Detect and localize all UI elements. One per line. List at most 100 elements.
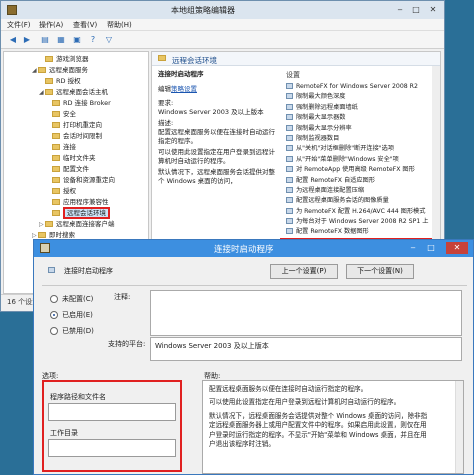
policy-setting-icon xyxy=(286,166,293,173)
setting-row[interactable]: 限制监视器数目 xyxy=(280,134,432,144)
folder-icon xyxy=(158,55,166,61)
setting-row[interactable]: 从"开始"菜单删除"Windows 安全"项 xyxy=(280,155,432,165)
menu-help[interactable]: 帮助(H) xyxy=(107,20,132,30)
menu-view[interactable]: 查看(V) xyxy=(73,20,97,30)
tree-item[interactable]: 打印机重定向 xyxy=(4,120,148,131)
setting-row[interactable]: 为每台对于 Windows Server 2008 R2 SP1 上 xyxy=(280,217,432,227)
content-header-title: 远程会话环境 xyxy=(172,56,217,65)
radio-disabled-label[interactable]: 已禁用(D) xyxy=(62,326,94,336)
menu-file[interactable]: 文件(F) xyxy=(7,20,31,30)
setting-row[interactable]: 为 RemoteFX 配置 H.264/AVC 444 图形模式 xyxy=(280,207,432,217)
tree-item-label: 设备和资源重定向 xyxy=(63,176,115,184)
platform-field: Windows Server 2003 及以上版本 xyxy=(150,337,462,361)
dialog-close-icon[interactable]: ✕ xyxy=(446,242,468,254)
tree-item-label: 应用程序兼容性 xyxy=(63,198,109,206)
menu-bar: 文件(F) 操作(A) 查看(V) 帮助(H) xyxy=(1,19,444,31)
minimize-icon[interactable]: ‒ xyxy=(393,4,407,15)
policy-setting-icon xyxy=(286,114,293,121)
next-setting-button[interactable]: 下一个设置(N) xyxy=(346,264,414,279)
tree-item-label: 即时搜索 xyxy=(49,231,75,239)
folder-icon xyxy=(52,166,60,172)
prev-setting-button[interactable]: 上一个设置(P) xyxy=(270,264,338,279)
radio-enabled-label[interactable]: 已启用(E) xyxy=(62,310,93,320)
desc-req-text: Windows Server 2003 及以上版本 xyxy=(158,107,264,116)
setting-row-label: 从"开始"菜单删除"Windows 安全"项 xyxy=(296,155,399,163)
tree-item[interactable]: 安全 xyxy=(4,109,148,120)
setting-row-label: 强制删除远程桌面墙纸 xyxy=(296,103,358,111)
tree-item[interactable]: 会话时间限制 xyxy=(4,131,148,142)
setting-row-label: 从"关机"对话框删除"断开连接"选项 xyxy=(296,145,395,153)
setting-row[interactable]: 为远程桌面连接配置压缩 xyxy=(280,186,432,196)
policy-setting-icon xyxy=(286,197,293,204)
setting-row[interactable]: 限制最大颜色深度 xyxy=(280,92,432,102)
setting-icon xyxy=(48,267,55,273)
tree-item-label: 安全 xyxy=(63,110,76,118)
radio-not-configured-label[interactable]: 未配置(C) xyxy=(62,294,93,304)
policy-dialog: 连接时启动程序 ‒ □ ✕ 连接时启动程序 上一个设置(P) 下一个设置(N) … xyxy=(33,239,474,475)
folder-up-icon[interactable]: ▤ xyxy=(39,34,51,46)
policy-setting-icon xyxy=(286,124,293,131)
help-icon[interactable]: ? xyxy=(87,34,99,46)
filter-icon[interactable]: ▽ xyxy=(103,34,115,46)
back-icon[interactable]: ◀ xyxy=(7,34,19,46)
tree-item[interactable]: 配置文件 xyxy=(4,164,148,175)
dialog-minimize-icon[interactable]: ‒ xyxy=(406,242,420,254)
radio-disabled[interactable] xyxy=(50,327,58,335)
setting-row[interactable]: 限制最大显示分辨率 xyxy=(280,124,432,134)
platform-label: 支持的平台: xyxy=(108,340,146,348)
program-path-input[interactable] xyxy=(48,403,176,421)
tree-item[interactable]: 连接 xyxy=(4,142,148,153)
radio-enabled[interactable] xyxy=(50,311,58,319)
settings-column-header[interactable]: 设置 xyxy=(286,70,300,80)
tree-item[interactable]: RD 连接 Broker xyxy=(4,98,148,109)
properties-icon[interactable]: ▣ xyxy=(71,34,83,46)
tree-item[interactable]: ◢ 远程桌面会话主机 xyxy=(4,87,148,98)
tree-item[interactable]: 游戏浏览器 xyxy=(4,54,148,65)
folder-icon xyxy=(52,144,60,150)
tree-item[interactable]: ◢ 远程桌面服务 xyxy=(4,65,148,76)
help-scrollbar[interactable] xyxy=(455,381,463,473)
help-panel: 配置远程桌面服务以便在连接时自动运行指定的程序。 可以使用此设置指定在用户登录到… xyxy=(202,380,464,474)
setting-row[interactable]: 强制删除远程桌面墙纸 xyxy=(280,103,432,113)
workdir-input[interactable] xyxy=(48,439,176,457)
tree-item-label: 远程桌面服务 xyxy=(49,66,88,74)
folder-icon xyxy=(45,89,53,95)
folder-icon xyxy=(52,177,60,183)
setting-row[interactable]: 配置远程桌面服务会话的图像质量 xyxy=(280,196,432,206)
desc-req-label: 要求: xyxy=(158,99,174,108)
tree-item-label: 授权 xyxy=(63,187,76,195)
show-tree-icon[interactable]: ▦ xyxy=(55,34,67,46)
setting-row[interactable]: 从"关机"对话框删除"断开连接"选项 xyxy=(280,144,432,154)
maximize-icon[interactable]: □ xyxy=(409,4,423,15)
dialog-title: 连接时启动程序 xyxy=(214,245,274,255)
tree-list: 游戏浏览器 ◢ 远程桌面服务 RD 授权 ◢ 远程桌面会话主机 RD 连接 Broker 安全… xyxy=(4,54,148,241)
setting-row[interactable]: 限制最大显示器数 xyxy=(280,113,432,123)
tree-item-selected[interactable]: 远程会话环境 xyxy=(4,207,148,219)
menu-action[interactable]: 操作(A) xyxy=(39,20,63,30)
tree-item-label: 打印机重定向 xyxy=(63,121,102,129)
program-path-label: 程序路径和文件名 xyxy=(50,393,106,401)
setting-row[interactable]: 配置 RemoteFX 数据图形 xyxy=(280,227,432,237)
setting-row-label: 为每台对于 Windows Server 2008 R2 SP1 上 xyxy=(296,218,429,226)
comment-field[interactable] xyxy=(150,290,462,336)
forward-icon[interactable]: ▶ xyxy=(21,34,33,46)
dialog-app-icon xyxy=(40,243,50,253)
policy-setting-icon xyxy=(286,228,293,235)
setting-row[interactable]: 对 RemoteApp 使用高级 RemoteFX 图形 xyxy=(280,165,432,175)
setting-row[interactable]: 配置 RemoteFX 自适应图形 xyxy=(280,176,432,186)
edit-policy-link[interactable]: 策略设置 xyxy=(171,85,197,93)
tree-item[interactable]: 临时文件夹 xyxy=(4,153,148,164)
tree-item[interactable]: ▷ 远程桌面连接客户端 xyxy=(4,219,148,230)
setting-row-label: 为 RemoteFX 配置 H.264/AVC 444 图形模式 xyxy=(296,207,426,215)
close-icon[interactable]: ✕ xyxy=(426,4,440,15)
radio-not-configured[interactable] xyxy=(50,295,58,303)
tree-item-label: 游戏浏览器 xyxy=(56,55,89,63)
setting-row[interactable]: RemoteFX for Windows Server 2008 R2 xyxy=(280,82,432,92)
tree-item[interactable]: RD 授权 xyxy=(4,76,148,87)
dialog-maximize-icon[interactable]: □ xyxy=(424,242,438,254)
policy-setting-icon xyxy=(286,207,293,214)
tree-item[interactable]: 授权 xyxy=(4,186,148,197)
setting-row-label: 配置远程桌面服务会话的图像质量 xyxy=(296,197,389,205)
tree-item[interactable]: 设备和资源重定向 xyxy=(4,175,148,186)
tree-item-label: 配置文件 xyxy=(63,165,89,173)
